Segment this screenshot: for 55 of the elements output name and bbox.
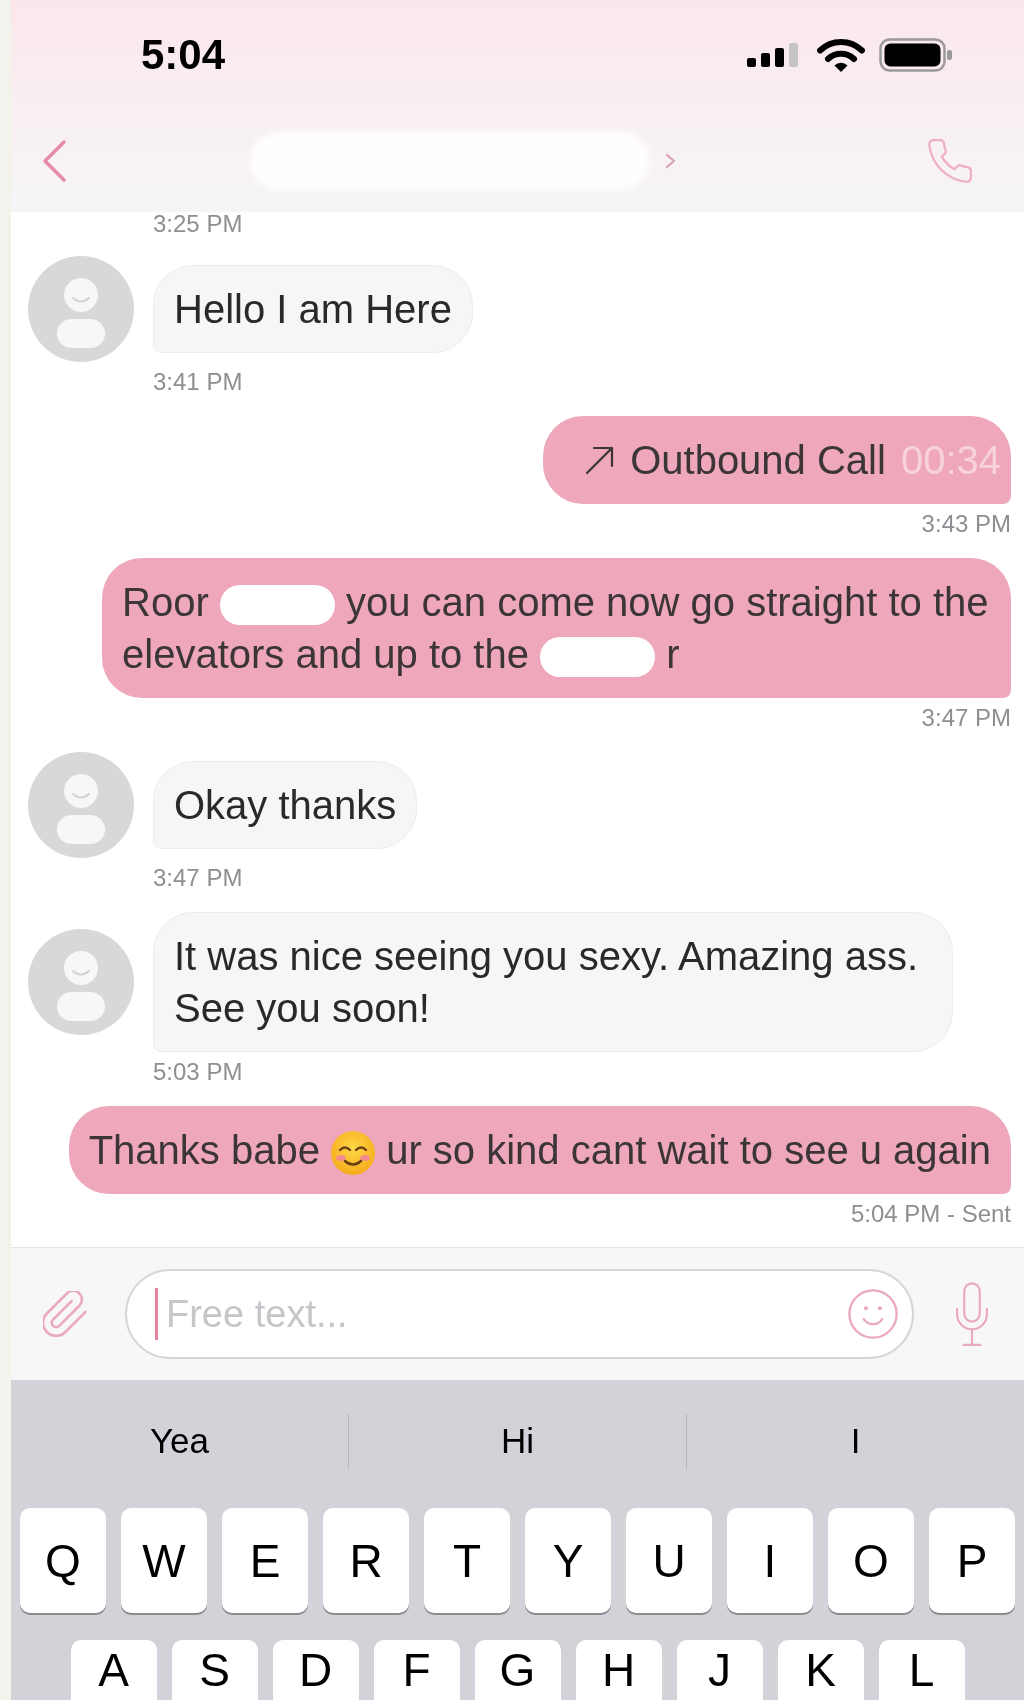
phone-icon[interactable] — [928, 139, 972, 183]
avatar-icon — [28, 752, 134, 858]
suggestion[interactable]: Hi — [500, 1421, 535, 1461]
keyboard-key[interactable]: H — [575, 1640, 662, 1700]
keyboard-key[interactable]: F — [373, 1640, 460, 1700]
avatar-icon — [28, 256, 134, 362]
keyboard-key[interactable]: R — [323, 1508, 409, 1613]
microphone-icon[interactable] — [955, 1281, 989, 1347]
avatar-icon — [28, 929, 134, 1035]
message-text: r — [666, 631, 680, 678]
keyboard-key[interactable]: U — [626, 1508, 712, 1613]
keyboard-key[interactable]: O — [828, 1508, 914, 1613]
timestamp: 3:25 PM — [152, 212, 244, 236]
message-input[interactable]: Free text... — [125, 1269, 914, 1359]
message-text: ur so kind cant wait to see u again — [386, 1127, 991, 1174]
battery-icon — [879, 38, 952, 72]
keyboard-key[interactable]: K — [777, 1640, 864, 1700]
message-text: you can come now go straight to the — [345, 579, 989, 626]
keyboard-key[interactable]: L — [878, 1640, 965, 1700]
message-text: It was nice seeing you sexy. Amazing ass. See you soon! — [174, 933, 920, 1032]
signal-icon — [747, 43, 798, 67]
keyboard-key[interactable]: W — [121, 1508, 207, 1613]
suggestion[interactable]: I — [850, 1421, 861, 1461]
smiling-face-icon — [331, 1131, 376, 1176]
keyboard-key[interactable]: I — [727, 1508, 813, 1613]
timestamp: 3:41 PM — [152, 368, 244, 396]
keyboard-key[interactable]: Q — [20, 1508, 106, 1613]
keyboard-key[interactable]: E — [222, 1508, 308, 1613]
arrow-icon — [585, 445, 616, 475]
timestamp: 3:47 PM — [921, 704, 1011, 732]
message-text: Roor — [122, 579, 209, 626]
keyboard-key[interactable]: S — [171, 1640, 258, 1700]
keyboard-key[interactable]: A — [70, 1640, 157, 1700]
keyboard-key[interactable]: T — [424, 1508, 510, 1613]
back-icon[interactable] — [41, 139, 67, 183]
chevron-icon — [665, 153, 676, 169]
keyboard-key[interactable]: G — [474, 1640, 561, 1700]
keyboard-key[interactable]: D — [272, 1640, 359, 1700]
keyboard-key[interactable]: P — [929, 1508, 1015, 1613]
timestamp: 3:43 PM — [921, 510, 1011, 538]
timestamp: 5:04 PM - Sent — [850, 1200, 1011, 1228]
wifi-icon — [817, 38, 865, 72]
call-label: Outbound Call — [630, 437, 886, 484]
timestamp: 5:03 PM — [152, 1058, 244, 1086]
message-text: elevators and up to the — [122, 631, 529, 678]
keyboard-key[interactable]: J — [676, 1640, 763, 1700]
status-time: 5:04 — [141, 34, 226, 76]
smiley-icon[interactable] — [848, 1289, 898, 1339]
message-text: Okay thanks — [174, 782, 397, 829]
keyboard-key[interactable]: Y — [525, 1508, 611, 1613]
suggestion[interactable]: Yea — [149, 1421, 210, 1461]
paperclip-icon[interactable] — [43, 1291, 89, 1337]
message-text: Hello I am Here — [174, 286, 452, 333]
message-text: Thanks babe — [88, 1127, 320, 1174]
timestamp: 3:47 PM — [152, 864, 244, 892]
